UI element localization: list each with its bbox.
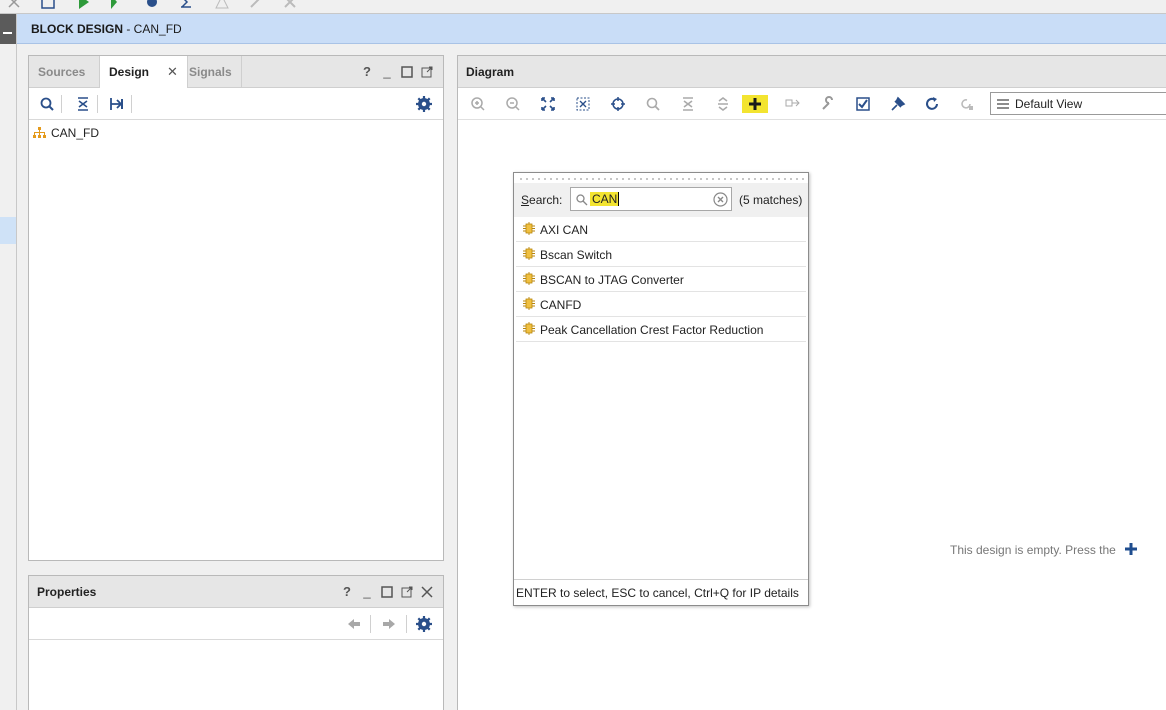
tab-design[interactable]: Design ✕ xyxy=(99,56,188,89)
design-panel: Sources Design ✕ Signals ? _ CAN_FD xyxy=(28,55,444,561)
minimize-icon[interactable]: _ xyxy=(380,65,394,79)
minus-icon xyxy=(3,32,12,34)
make-external-icon[interactable] xyxy=(785,96,801,112)
diagram-title: Diagram xyxy=(466,65,515,79)
gear-icon[interactable] xyxy=(416,616,432,632)
ip-result-item[interactable]: Bscan Switch xyxy=(516,242,806,267)
design-toolbar xyxy=(29,88,443,120)
match-count: (5 matches) xyxy=(739,193,803,207)
add-ip-button[interactable] xyxy=(742,95,768,113)
help-icon[interactable]: ? xyxy=(340,585,354,599)
hierarchy-icon xyxy=(33,127,46,138)
ip-results-list: AXI CAN Bscan Switch BSCAN to JTAG Conve… xyxy=(516,217,806,342)
popup-hint: ENTER to select, ESC to cancel, Ctrl+Q f… xyxy=(516,586,799,600)
regenerate-layout-icon[interactable] xyxy=(959,96,975,112)
sum-icon[interactable] xyxy=(178,0,194,10)
drag-handle[interactable] xyxy=(518,177,804,181)
add-ip-popup: Search: CAN (5 matches) AXI CAN Bscan Sw… xyxy=(513,172,809,606)
search-icon[interactable] xyxy=(645,96,661,112)
tab-sources[interactable]: Sources xyxy=(29,56,94,88)
close-tab-icon[interactable]: ✕ xyxy=(167,64,178,79)
properties-title: Properties xyxy=(37,585,97,599)
run-icon[interactable] xyxy=(76,0,92,10)
ip-block-icon xyxy=(523,247,535,260)
pin-icon[interactable] xyxy=(890,96,906,112)
search-label: Search: xyxy=(521,193,563,207)
ip-result-item[interactable]: AXI CAN xyxy=(516,217,806,242)
tab-signals[interactable]: Signals xyxy=(180,56,242,88)
popup-footer: ENTER to select, ESC to cancel, Ctrl+Q f… xyxy=(514,579,808,605)
main-toolbar xyxy=(0,0,1166,14)
search-icon[interactable] xyxy=(39,96,55,112)
minimize-icon[interactable]: _ xyxy=(360,585,374,599)
search-value: CAN xyxy=(590,192,620,206)
search-input[interactable]: CAN xyxy=(570,187,732,211)
wrench-icon[interactable] xyxy=(820,96,836,112)
plus-icon[interactable] xyxy=(1123,541,1139,557)
close-icon[interactable] xyxy=(6,0,22,10)
plus-icon xyxy=(749,98,761,110)
list-icon xyxy=(997,99,1009,109)
ip-block-icon xyxy=(523,297,535,310)
properties-toolbar xyxy=(29,608,443,640)
gear-icon[interactable] xyxy=(144,0,160,10)
zoom-in-icon[interactable] xyxy=(470,96,486,112)
arrow-right-icon[interactable] xyxy=(381,616,397,632)
float-icon[interactable] xyxy=(400,585,414,599)
empty-design-message: This design is empty. Press the xyxy=(950,541,1139,557)
collapse-all-icon[interactable] xyxy=(680,96,696,112)
center-icon[interactable] xyxy=(610,96,626,112)
search-row: Search: CAN (5 matches) xyxy=(514,183,808,217)
step-icon[interactable] xyxy=(108,0,124,10)
float-icon[interactable] xyxy=(420,65,434,79)
maximize-icon[interactable] xyxy=(400,65,414,79)
page-title: BLOCK DESIGN - CAN_FD xyxy=(31,22,182,36)
arrow-left-icon[interactable] xyxy=(346,616,362,632)
help-icon[interactable]: ? xyxy=(360,65,374,79)
collapse-all-icon[interactable] xyxy=(75,96,91,112)
properties-header: Properties ? _ xyxy=(29,576,443,608)
ip-result-item[interactable]: CANFD xyxy=(516,292,806,317)
flow-item-selected[interactable] xyxy=(0,217,16,244)
expand-all-icon[interactable] xyxy=(715,96,731,112)
ip-result-item[interactable]: BSCAN to JTAG Converter xyxy=(516,267,806,292)
zoom-area-icon[interactable] xyxy=(575,96,591,112)
block-design-header: BLOCK DESIGN - CAN_FD xyxy=(17,14,1166,44)
warning-icon[interactable] xyxy=(214,0,230,10)
clear-search-icon[interactable] xyxy=(713,192,728,207)
refresh-icon[interactable] xyxy=(924,96,940,112)
diagram-toolbar: Default View xyxy=(458,88,1166,120)
tree-item-label: CAN_FD xyxy=(51,126,100,140)
text-caret xyxy=(618,192,619,206)
properties-panel: Properties ? _ xyxy=(28,575,444,710)
diagram-header: Diagram xyxy=(458,56,1166,88)
ip-block-icon xyxy=(523,322,535,335)
ip-block-icon xyxy=(523,272,535,285)
zoom-fit-icon[interactable] xyxy=(540,96,556,112)
cancel-icon[interactable] xyxy=(282,0,298,10)
pencil-icon[interactable] xyxy=(248,0,264,10)
view-select[interactable]: Default View xyxy=(990,92,1166,115)
close-icon[interactable] xyxy=(420,585,434,599)
collapse-button[interactable] xyxy=(0,14,16,44)
save-icon[interactable] xyxy=(40,0,56,10)
ip-block-icon xyxy=(523,222,535,235)
expand-hierarchy-icon[interactable] xyxy=(109,96,125,112)
zoom-out-icon[interactable] xyxy=(505,96,521,112)
left-flow-strip xyxy=(0,14,17,710)
gear-icon[interactable] xyxy=(416,96,432,112)
validate-icon[interactable] xyxy=(855,96,871,112)
design-panel-header: Sources Design ✕ Signals ? _ xyxy=(29,56,443,89)
maximize-icon[interactable] xyxy=(380,585,394,599)
ip-result-item[interactable]: Peak Cancellation Crest Factor Reduction xyxy=(516,317,806,342)
search-icon xyxy=(576,194,588,206)
